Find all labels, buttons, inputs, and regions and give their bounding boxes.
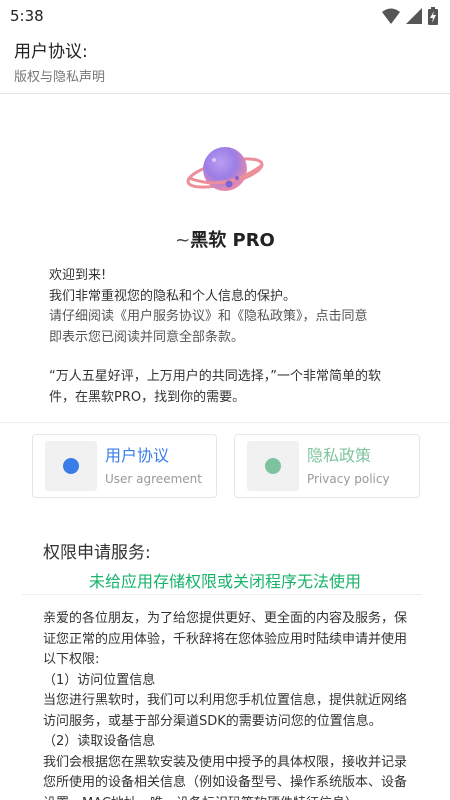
permission-location-title: （1）访问位置信息 <box>43 672 156 688</box>
wifi-icon <box>382 8 400 24</box>
welcome-line-1: 欢迎到来! <box>49 268 107 283</box>
status-bar: 5:38 <box>0 0 450 32</box>
permissions-divider <box>22 594 422 595</box>
permissions-body: 亲爱的各位朋友，为了给您提供更好、更全面的内容及服务，保证您正常的应用体验，千秋… <box>43 609 418 800</box>
permission-location-body: 当您进行黑软时，我们可以利用您手机位置信息，提供就近网络访问服务，或基于部分渠道… <box>43 693 408 729</box>
green-dot-icon <box>265 458 281 474</box>
welcome-line-3: 请仔细阅读《用户服务协议》和《隐私政策》，点击同意 <box>49 309 368 324</box>
welcome-text: 欢迎到来! 我们非常重视您的隐私和个人信息的保护。 请仔细阅读《用户服务协议》和… <box>49 266 409 348</box>
user-agreement-title: 用户协议 <box>105 446 170 465</box>
permissions-intro: 亲爱的各位朋友，为了给您提供更好、更全面的内容及服务，保证您正常的应用体验，千秋… <box>43 611 408 667</box>
privacy-policy-title: 隐私政策 <box>307 446 372 465</box>
user-agreement-subtitle: User agreement <box>105 472 202 486</box>
signal-icon <box>406 8 422 24</box>
permission-device-title: （2）读取设备信息 <box>43 734 156 749</box>
divider <box>0 422 450 423</box>
blue-dot-icon <box>63 458 79 474</box>
status-icons <box>382 7 438 25</box>
permissions-title: 权限申请服务: <box>43 543 151 563</box>
user-agreement-icon-box <box>45 441 97 491</box>
privacy-policy-card[interactable]: 隐私政策 Privacy policy <box>234 434 420 498</box>
page-header: 用户协议: 版权与隐私声明 <box>0 32 450 94</box>
privacy-policy-subtitle: Privacy policy <box>307 472 390 486</box>
welcome-line-2: 我们非常重视您的隐私和个人信息的保护。 <box>49 288 297 304</box>
status-time: 5:38 <box>10 7 44 25</box>
page-title: 用户协议: <box>14 42 88 62</box>
user-agreement-card[interactable]: 用户协议 User agreement <box>32 434 217 498</box>
tagline-text: “万人五星好评，上万用户的共同选择，”一个非常简单的软件，在黑软PRO，找到你的… <box>49 369 381 405</box>
app-name-text: 黑软 PRO <box>190 230 275 251</box>
app-name-mark: ~ <box>175 230 191 251</box>
permission-device-body: 我们会根据您在黑软安装及使用中授予的具体权限，接收并记录您所使用的设备相关信息（… <box>43 754 408 800</box>
app-name: ~黑软 PRO <box>0 226 450 252</box>
planet-logo <box>185 138 265 204</box>
storage-warning: 未给应用存储权限或关闭程序无法使用 <box>88 572 361 591</box>
battery-charging-icon <box>428 7 438 25</box>
welcome-line-4: 即表示您已阅读并同意全部条款。 <box>49 329 245 345</box>
privacy-policy-icon-box <box>247 441 299 491</box>
page-subtitle: 版权与隐私声明 <box>14 70 106 85</box>
